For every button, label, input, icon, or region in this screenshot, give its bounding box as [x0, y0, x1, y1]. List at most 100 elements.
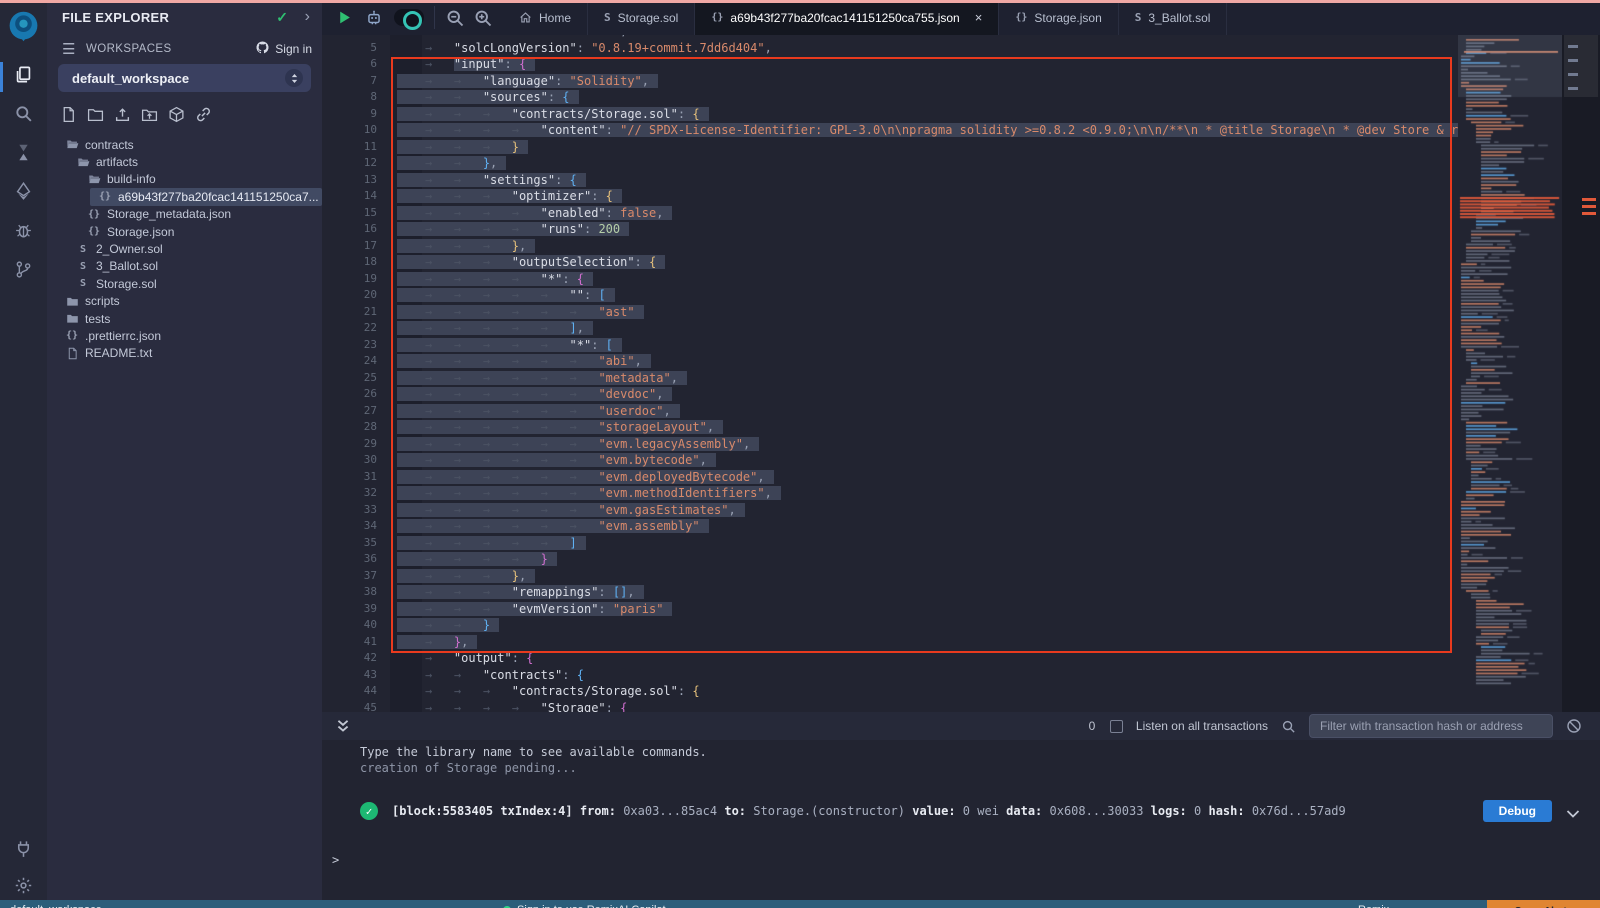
- sidebar-search[interactable]: [0, 97, 47, 135]
- minimap[interactable]: [1458, 35, 1562, 712]
- code-line: 6→ "input": {: [322, 56, 1458, 73]
- line-number: 14: [322, 188, 377, 205]
- code-line: 8→ → "sources": {: [322, 89, 1458, 106]
- code-line: 34→ → → → → → "evm.assembly": [322, 518, 1458, 535]
- chevron-down-icon[interactable]: [1566, 807, 1580, 816]
- tree-item[interactable]: {}a69b43f277ba20fcac141151250ca7...: [47, 188, 322, 205]
- code-line: 18→ → → "outputSelection": {: [322, 254, 1458, 271]
- zoom-out-icon[interactable]: [445, 8, 465, 28]
- sidebar-file-explorer[interactable]: [0, 58, 47, 96]
- sidebar-git[interactable]: [0, 253, 47, 291]
- new-folder-icon[interactable]: [87, 106, 105, 124]
- code-editor[interactable]: 4→ "solcVersion": "0.8.19",5→ "solcLongV…: [322, 35, 1600, 712]
- stepper-icon: [285, 69, 303, 87]
- terminal-expand-icon[interactable]: [335, 718, 351, 734]
- code-line: 23→ → → → → "*": [: [322, 337, 1458, 354]
- tree-item-label: Storage.json: [107, 225, 174, 239]
- tree-item-label: 2_Owner.sol: [96, 242, 163, 256]
- tab-label: Home: [539, 11, 571, 25]
- terminal-output[interactable]: Type the library name to see available c…: [322, 740, 1600, 900]
- transaction-row[interactable]: ✓ [block:5583405 txIndex:4] from: 0xa03.…: [360, 798, 1580, 824]
- tree-item[interactable]: S3_Ballot.sol: [47, 258, 322, 275]
- alert-badge[interactable]: Scam Alerts: [1487, 900, 1600, 908]
- tree-item[interactable]: artifacts: [47, 153, 322, 170]
- file-explorer-panel: FILE EXPLORER ✓ › ☰ WORKSPACES Sign in d…: [47, 0, 322, 908]
- check-icon: ✓: [276, 9, 288, 26]
- solidity-compiler-icon: [14, 143, 33, 167]
- tab-3-ballot-sol[interactable]: S3_Ballot.sol: [1119, 0, 1228, 35]
- sidebar-debugger[interactable]: [0, 214, 47, 252]
- tree-item[interactable]: scripts: [47, 293, 322, 310]
- zoom-in-icon[interactable]: [473, 8, 493, 28]
- success-check-icon: ✓: [360, 802, 378, 820]
- sidebar-plugin-manager[interactable]: [0, 832, 47, 870]
- tree-item[interactable]: contracts: [47, 136, 322, 153]
- debug-button[interactable]: Debug: [1483, 800, 1552, 822]
- remix-logo-icon[interactable]: [5, 8, 42, 45]
- tree-item-label: Storage_metadata.json: [107, 207, 231, 221]
- workspace-dropdown[interactable]: default_workspace: [58, 64, 311, 92]
- upload-file-icon[interactable]: [114, 106, 132, 124]
- line-number: 24: [322, 353, 377, 370]
- ruler-marker: [1568, 73, 1578, 76]
- folder-open-icon: [87, 172, 101, 186]
- tree-item[interactable]: SStorage.sol: [47, 275, 322, 292]
- statusbar-right: Remix: [1358, 904, 1389, 908]
- code-line: 5→ "solcLongVersion": "0.8.19+commit.7dd…: [322, 40, 1458, 57]
- search-icon[interactable]: [1281, 719, 1296, 734]
- sidebar-solidity-compiler[interactable]: [0, 136, 47, 174]
- clear-console-icon[interactable]: [1566, 718, 1582, 734]
- ai-toggle[interactable]: [394, 9, 424, 26]
- code-line: 38→ → → "remappings": [],: [322, 584, 1458, 601]
- tab-a69b43f277ba20fcac141151250ca755-json[interactable]: {}a69b43f277ba20fcac141151250ca755.json×: [695, 0, 999, 35]
- tree-item-label: README.txt: [85, 346, 152, 360]
- hamburger-menu-icon[interactable]: ☰: [62, 40, 75, 58]
- braces-icon: {}: [98, 190, 112, 204]
- upload-folder-icon[interactable]: [141, 106, 159, 124]
- line-number: 38: [322, 584, 377, 601]
- transaction-count: 0: [1087, 719, 1097, 733]
- line-number: 20: [322, 287, 377, 304]
- listen-all-checkbox[interactable]: [1110, 720, 1123, 733]
- line-number: 27: [322, 403, 377, 420]
- new-file-icon[interactable]: [60, 106, 78, 124]
- cube-icon[interactable]: [168, 106, 186, 124]
- sign-in-label: Sign in: [275, 42, 312, 56]
- tree-item-label: Storage.sol: [96, 277, 157, 291]
- folder-icon: [65, 294, 79, 308]
- chevron-right-icon[interactable]: ›: [305, 8, 310, 26]
- tree-item[interactable]: {}.prettierrc.json: [47, 327, 322, 344]
- tree-item[interactable]: S2_Owner.sol: [47, 240, 322, 257]
- close-tab-icon[interactable]: ×: [975, 10, 983, 25]
- transaction-actions: Debug: [1483, 800, 1580, 822]
- ai-assistant-icon[interactable]: [364, 8, 384, 28]
- code-line: 19→ → → → "*": {: [322, 271, 1458, 288]
- tree-item[interactable]: tests: [47, 310, 322, 327]
- tree-item[interactable]: build-info: [47, 171, 322, 188]
- braces-icon: {}: [87, 207, 101, 221]
- line-number: 30: [322, 452, 377, 469]
- code-line: 35→ → → → → ]: [322, 535, 1458, 552]
- github-icon: [255, 40, 270, 58]
- sign-in-button[interactable]: Sign in: [255, 40, 312, 58]
- sidebar-deploy-run[interactable]: [0, 175, 47, 213]
- tree-item[interactable]: {} Storage_metadata.json: [47, 206, 322, 223]
- tab-storage-sol[interactable]: SStorage.sol: [588, 0, 695, 35]
- terminal-prompt[interactable]: >: [332, 853, 339, 867]
- transaction-summary: [block:5583405 txIndex:4] from: 0xa03...…: [392, 804, 1346, 818]
- ruler-marker: [1568, 59, 1578, 62]
- tab-home[interactable]: Home: [503, 0, 588, 35]
- tree-item[interactable]: README.txt: [47, 345, 322, 362]
- overview-ruler[interactable]: [1562, 35, 1600, 712]
- tree-item[interactable]: {} Storage.json: [47, 223, 322, 240]
- line-number: 8: [322, 89, 377, 106]
- tab-storage-json[interactable]: {}Storage.json: [999, 0, 1118, 35]
- editor-controls: [322, 0, 434, 35]
- statusbar-center[interactable]: Sign in to use RemixAI Copilot: [503, 904, 666, 908]
- transaction-filter-input[interactable]: [1309, 714, 1553, 738]
- code-line: 39→ → → "evmVersion": "paris": [322, 601, 1458, 618]
- code-line: 16→ → → → "runs": 200: [322, 221, 1458, 238]
- link-icon[interactable]: [195, 106, 213, 124]
- braces-icon: {}: [87, 225, 101, 239]
- run-script-button[interactable]: [334, 8, 354, 28]
